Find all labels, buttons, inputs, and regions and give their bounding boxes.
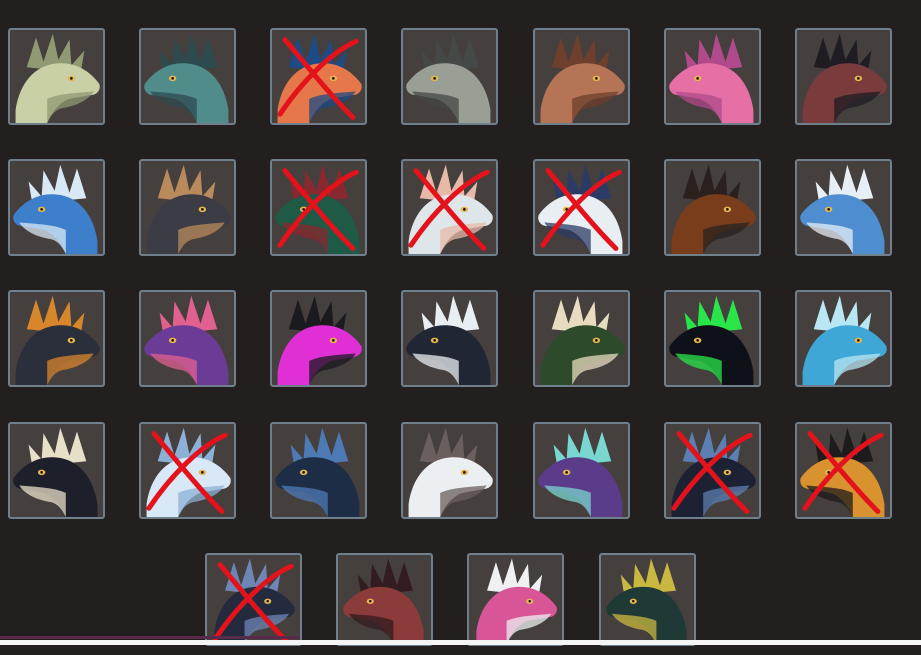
dragon-tile[interactable] — [795, 159, 892, 256]
black-white-spined-dragon-head-icon — [406, 295, 491, 385]
dragon-tile[interactable] — [336, 553, 433, 646]
black-cream-dragon-head-icon — [13, 427, 98, 517]
black-tan-dragon-head-icon — [146, 164, 231, 254]
dragon-tile[interactable] — [270, 422, 367, 519]
dark-green-gold-dragon-head-icon — [606, 558, 687, 644]
green-red-dragon-head-icon — [275, 164, 360, 254]
dragon-tile[interactable] — [664, 290, 761, 387]
dragon-tile[interactable] — [533, 290, 630, 387]
dragon-tile[interactable] — [533, 28, 630, 125]
dark-blue-striped-dragon-head-icon — [275, 427, 360, 517]
dragon-tile[interactable] — [795, 422, 892, 519]
bottom-edge-bar — [0, 640, 921, 645]
divider-line — [0, 636, 300, 639]
dragon-tile[interactable] — [139, 290, 236, 387]
zebra-striped-dragon-head-icon — [538, 164, 623, 254]
orange-blue-frilled-dragon-head-icon — [277, 33, 362, 123]
pink-axolotl-dragon-head-icon — [669, 33, 754, 123]
magenta-winged-dragon-head-icon — [277, 295, 362, 385]
armored-grey-dragon-head-icon — [406, 33, 491, 123]
bronze-horned-beetle-dragon-head-icon — [671, 164, 756, 254]
dragon-tile[interactable] — [8, 28, 105, 125]
white-blue-fox-dragon-head-icon — [146, 427, 231, 517]
dark-red-crested-dragon-head-icon — [802, 33, 887, 123]
dragon-tile[interactable] — [8, 159, 105, 256]
green-cream-dragon-head-icon — [540, 295, 625, 385]
brown-spiked-dragon-head-icon — [540, 33, 625, 123]
dragon-tile[interactable] — [664, 159, 761, 256]
dragon-tile[interactable] — [139, 159, 236, 256]
dragon-tile[interactable] — [664, 422, 761, 519]
tiger-striped-dragon-head-icon — [800, 427, 885, 517]
dragon-tile[interactable] — [401, 422, 498, 519]
dragon-tile[interactable] — [205, 553, 302, 646]
dark-blue-black-dragon-head-icon — [671, 427, 756, 517]
dragon-tile[interactable] — [795, 290, 892, 387]
dragon-tile[interactable] — [401, 290, 498, 387]
dragon-icon-grid — [0, 0, 921, 646]
dragon-tile[interactable] — [401, 28, 498, 125]
dragon-tile[interactable] — [599, 553, 696, 646]
dragon-tile[interactable] — [8, 290, 105, 387]
dragon-tile[interactable] — [533, 422, 630, 519]
crimson-horned-dragon-head-icon — [343, 558, 424, 644]
pale-horned-dragon-head-icon — [15, 33, 100, 123]
white-grey-feathered-dragon-head-icon — [408, 427, 493, 517]
purple-pink-scaled-dragon-head-icon — [144, 295, 229, 385]
dragon-tile[interactable] — [467, 553, 564, 646]
dragon-tile[interactable] — [664, 28, 761, 125]
black-orange-dragon-head-icon — [15, 295, 100, 385]
purple-tendril-dragon-head-icon — [538, 427, 623, 517]
dragon-tile[interactable] — [795, 28, 892, 125]
dragon-tile[interactable] — [533, 159, 630, 256]
dragon-tile[interactable] — [139, 28, 236, 125]
blue-white-dragon-head-icon — [13, 164, 98, 254]
blue-shark-dragon-head-icon — [800, 164, 885, 254]
dragon-tile[interactable] — [270, 159, 367, 256]
cyan-coral-dragon-head-icon — [802, 295, 887, 385]
dragon-tile[interactable] — [139, 422, 236, 519]
dragon-tile[interactable] — [270, 290, 367, 387]
white-feathered-dragon-head-icon — [408, 164, 493, 254]
dragon-tile[interactable] — [401, 159, 498, 256]
dragon-tile[interactable] — [270, 28, 367, 125]
neon-green-dragon-head-icon — [669, 295, 754, 385]
dragon-tile[interactable] — [8, 422, 105, 519]
teal-serpent-dragon-head-icon — [144, 33, 229, 123]
black-blue-crested-dragon-head-icon — [214, 558, 295, 644]
pink-striped-dragon-head-icon — [476, 558, 557, 644]
